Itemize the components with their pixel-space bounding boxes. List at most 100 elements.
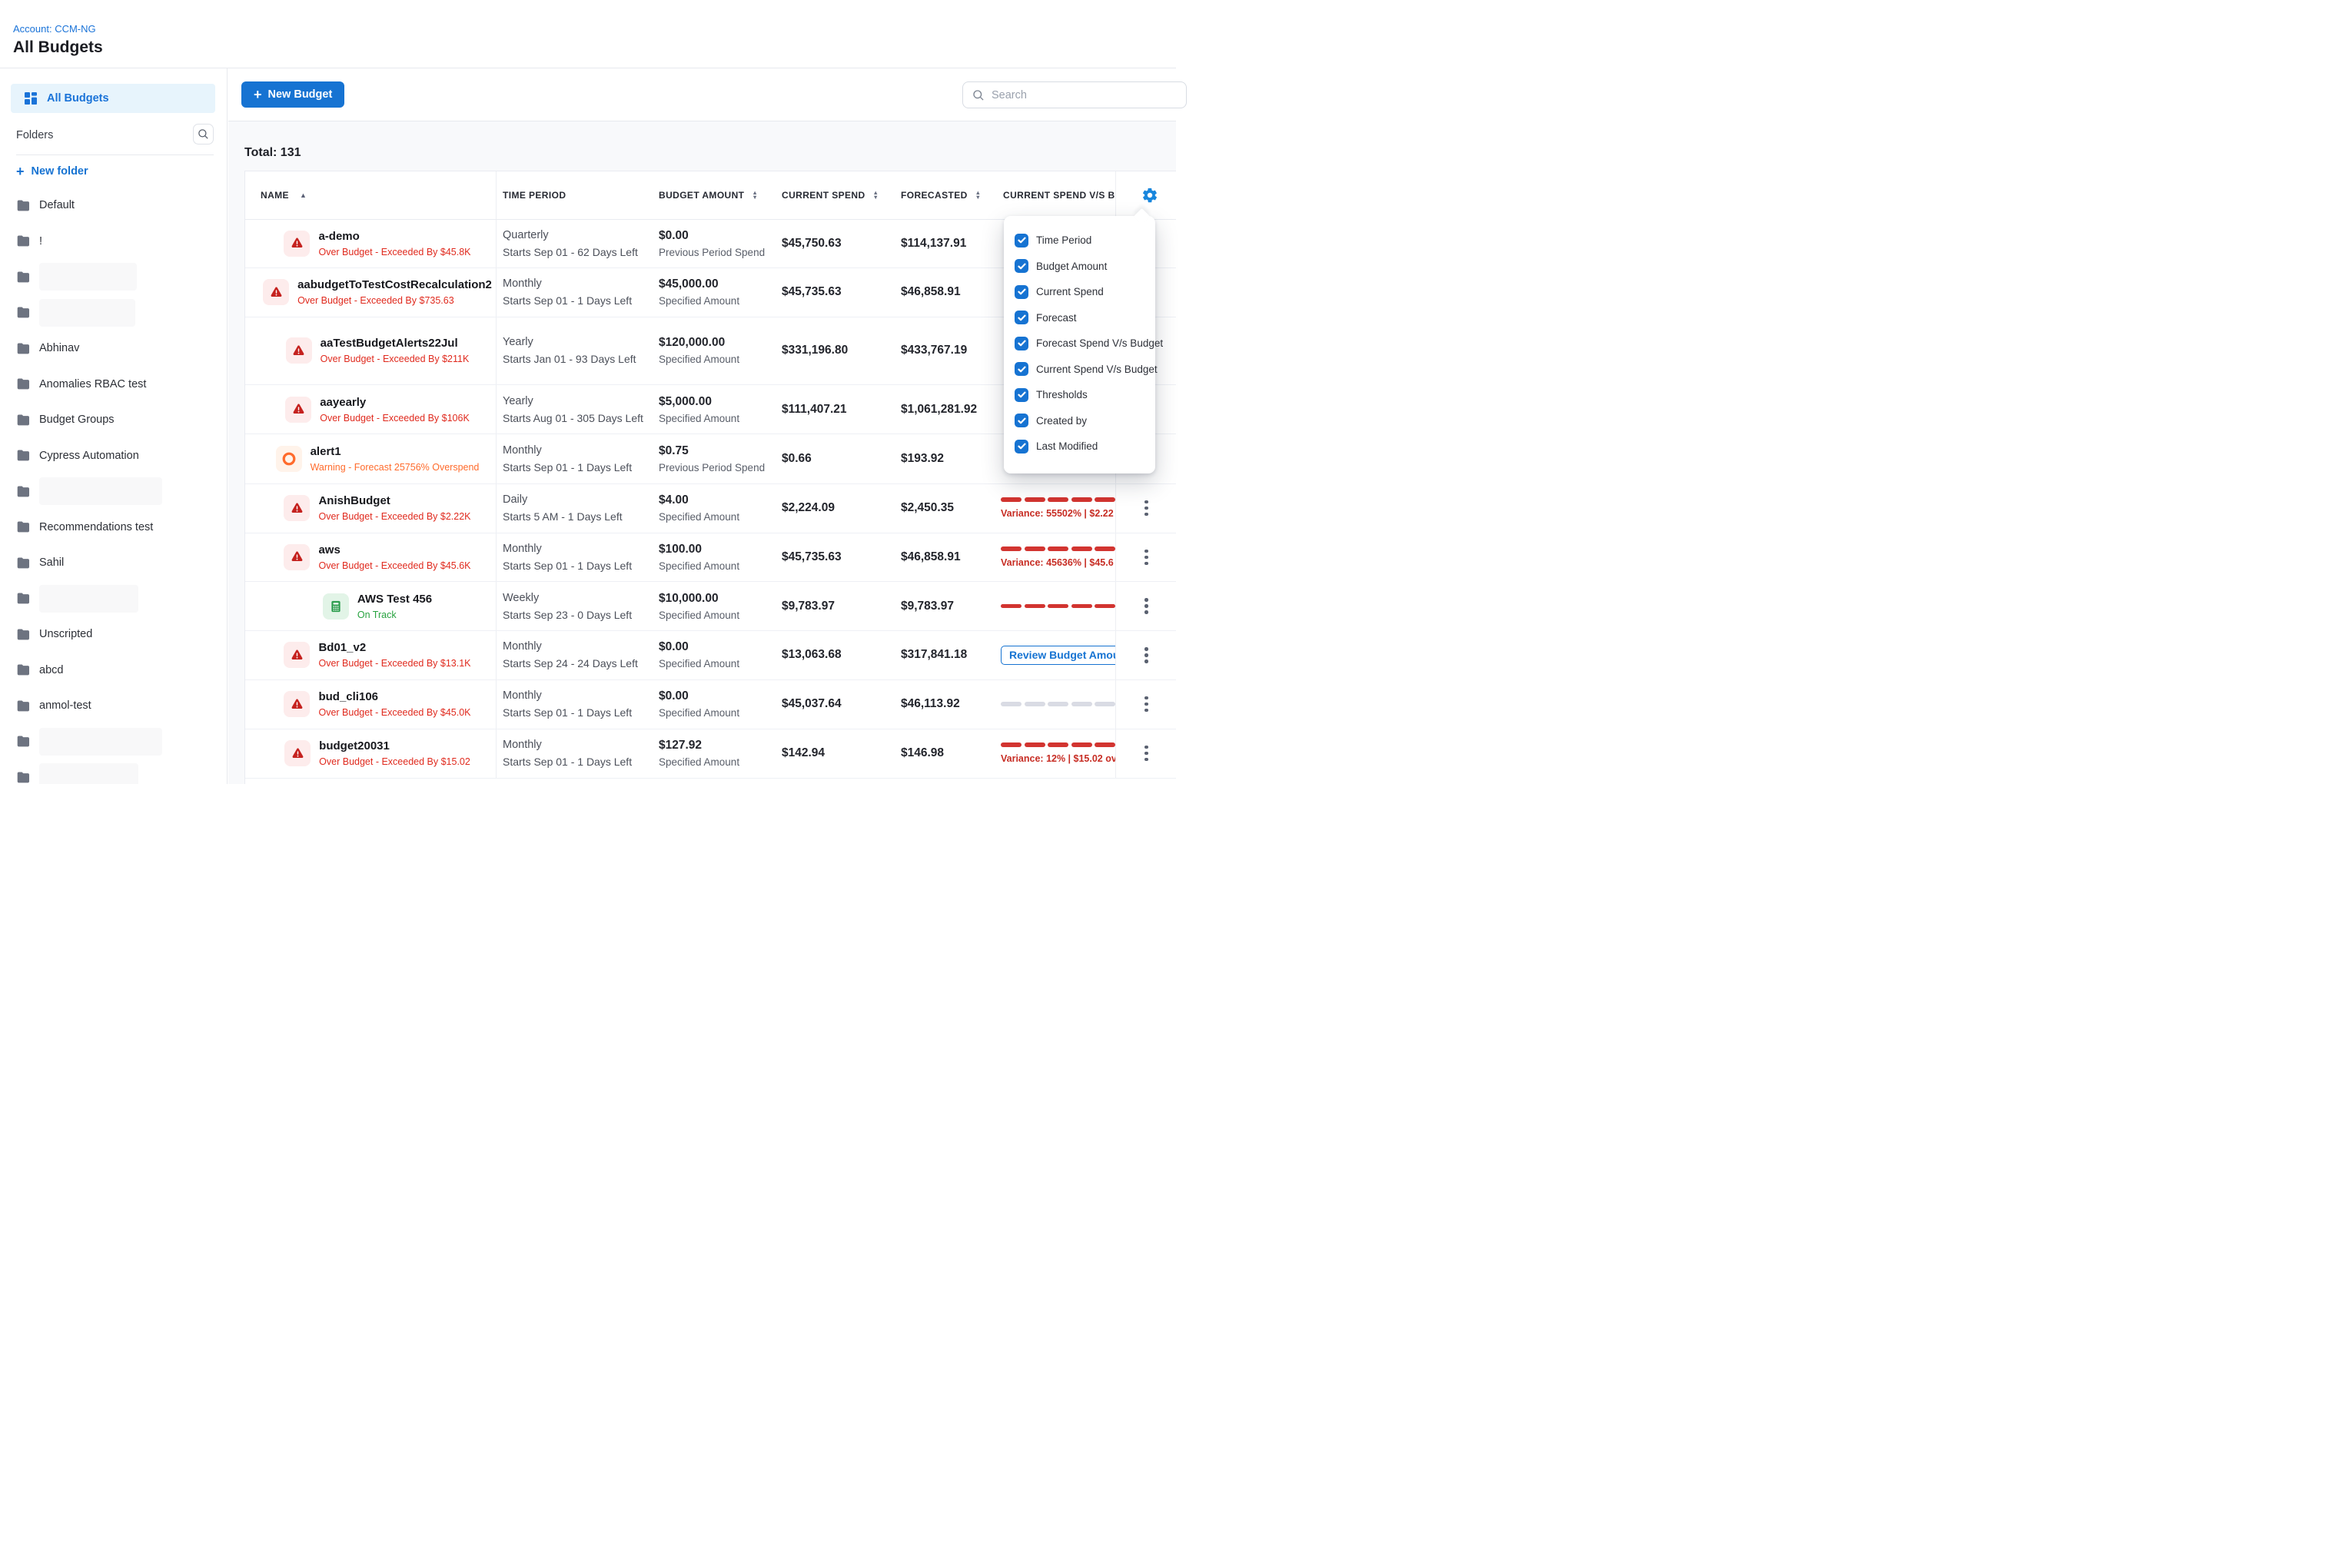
budget-amount-type: Specified Amount [659,413,776,424]
budget-name-link[interactable]: aws [318,543,470,556]
column-header-budget-amount[interactable]: BUDGET AMOUNT ▲▼ [653,171,776,219]
period-detail: Starts 5 AM - 1 Days Left [503,510,653,523]
column-option-current-spend-v-s-budget[interactable]: Current Spend V/s Budget [1015,357,1155,383]
budget-name-link[interactable]: bud_cli106 [318,690,470,703]
column-option-created-by[interactable]: Created by [1015,408,1155,434]
search-input[interactable] [992,89,1145,101]
folder-icon [16,486,29,497]
folder-icon [16,700,29,712]
budget-name-link[interactable]: Bd01_v2 [318,641,470,654]
row-menu-button[interactable] [1140,692,1153,717]
checkbox-checked-icon[interactable] [1015,285,1028,299]
budget-amount: $0.00 [659,689,776,703]
actions-cell [1115,680,1177,729]
column-header-forecasted[interactable]: FORECASTED ▲▼ [895,171,997,219]
period-type: Monthly [503,543,653,555]
budget-name-link[interactable]: a-demo [318,230,470,243]
sidebar-folder-budget-groups[interactable]: Budget Groups [0,402,226,438]
budget-amount-cell: $0.00 Specified Amount [653,631,776,679]
row-menu-button[interactable] [1140,643,1153,668]
budget-name-link[interactable]: aabudgetToTestCostRecalculation2 [297,278,492,291]
row-menu-button[interactable] [1140,496,1153,521]
sidebar-folder-item[interactable]: ! [0,224,226,260]
column-option-label: Forecast Spend V/s Budget [1036,337,1163,349]
sidebar-folder-abhinav[interactable]: Abhinav [0,331,226,367]
budget-amount-type: Specified Amount [659,610,776,621]
spend-vs-budget-bar [1001,742,1115,747]
sidebar-folder-unscripted[interactable]: Unscripted [0,616,226,653]
budget-name-link[interactable]: AWS Test 456 [357,593,432,606]
sidebar-folder-redacted[interactable] [0,759,226,784]
budget-name-link[interactable]: aayearly [320,396,470,409]
folder-icon [16,557,29,569]
budget-name-link[interactable]: budget20031 [319,739,470,752]
row-menu-button[interactable] [1140,545,1153,570]
column-option-current-spend[interactable]: Current Spend [1015,279,1155,305]
forecasted-amount: $114,137.91 [901,237,997,251]
checkbox-checked-icon[interactable] [1015,337,1028,350]
sidebar-item-all-budgets[interactable]: All Budgets [11,84,215,113]
period-type: Quarterly [503,229,653,241]
column-option-thresholds[interactable]: Thresholds [1015,382,1155,408]
account-breadcrumb-link[interactable]: Account: CCM-NG [13,23,96,35]
budget-amount: $45,000.00 [659,277,776,291]
forecasted-cell: $146.98 [895,729,997,778]
checkbox-checked-icon[interactable] [1015,234,1028,247]
folder-label: Default [39,199,75,211]
sidebar-folder-abcd[interactable]: abcd [0,653,226,689]
sidebar-folder-redacted[interactable] [0,581,226,617]
checkbox-checked-icon[interactable] [1015,414,1028,427]
folder-search-button[interactable] [193,124,214,145]
budget-amount-type: Specified Amount [659,295,776,307]
column-header-current-spend[interactable]: CURRENT SPEND ▲▼ [776,171,895,219]
sidebar-folder-recommendations-test[interactable]: Recommendations test [0,510,226,546]
column-option-forecast[interactable]: Forecast [1015,305,1155,331]
column-header-name[interactable]: NAME ▲ [245,171,497,219]
forecasted-cell: $317,841.18 [895,631,997,679]
current-spend: $2,224.09 [782,501,895,515]
checkbox-checked-icon[interactable] [1015,362,1028,376]
sidebar-folder-redacted[interactable] [0,295,226,331]
column-option-time-period[interactable]: Time Period [1015,228,1155,254]
current-spend: $0.66 [782,452,895,466]
budget-name-link[interactable]: alert1 [311,445,480,458]
sidebar-folder-redacted[interactable] [0,473,226,510]
column-option-last-modified[interactable]: Last Modified [1015,434,1155,460]
forecasted-cell: $2,450.35 [895,484,997,533]
spend-vs-budget-cell [997,582,1115,630]
row-menu-button[interactable] [1140,741,1153,766]
period-detail: Starts Sep 01 - 1 Days Left [503,756,653,768]
budget-status: Over Budget - Exceeded By $45.0K [318,707,470,718]
sidebar: All Budgets Folders + New folder Default… [0,68,228,784]
column-label: CURRENT SPEND [782,190,865,201]
sidebar-folder-cypress-automation[interactable]: Cypress Automation [0,438,226,474]
review-budget-amount-button[interactable]: Review Budget Amount [1001,646,1115,665]
sidebar-folder-default[interactable]: Default [0,188,226,224]
folder-label: Abhinav [39,342,79,354]
checkbox-checked-icon[interactable] [1015,311,1028,324]
column-option-forecast-spend-v-s-budget[interactable]: Forecast Spend V/s Budget [1015,331,1155,357]
time-period-cell: Monthly Starts Sep 01 - 1 Days Left [497,680,653,729]
column-option-budget-amount[interactable]: Budget Amount [1015,254,1155,280]
budget-name-link[interactable]: AnishBudget [318,494,470,507]
period-type: Yearly [503,336,653,348]
redacted-folder-name [39,299,135,327]
new-folder-button[interactable]: + New folder [16,165,88,178]
checkbox-checked-icon[interactable] [1015,388,1028,402]
sidebar-folder-redacted[interactable] [0,724,226,760]
checkbox-checked-icon[interactable] [1015,259,1028,273]
row-menu-button[interactable] [1140,593,1153,619]
sidebar-folder-redacted[interactable] [0,259,226,295]
sidebar-folder-anmol-test[interactable]: anmol-test [0,688,226,724]
sidebar-folder-anomalies-rbac-test[interactable]: Anomalies RBAC test [0,367,226,403]
redacted-folder-name [39,477,162,505]
checkbox-checked-icon[interactable] [1015,440,1028,453]
plus-icon: + [254,88,262,101]
column-settings-button[interactable] [1140,185,1160,205]
redacted-folder-name [39,263,137,291]
sidebar-folder-sahil[interactable]: Sahil [0,545,226,581]
current-spend-cell: $45,735.63 [776,533,895,582]
budget-name-link[interactable]: aaTestBudgetAlerts22Jul [321,337,470,350]
new-budget-button[interactable]: + New Budget [241,81,344,108]
current-spend-cell: $142.94 [776,729,895,778]
